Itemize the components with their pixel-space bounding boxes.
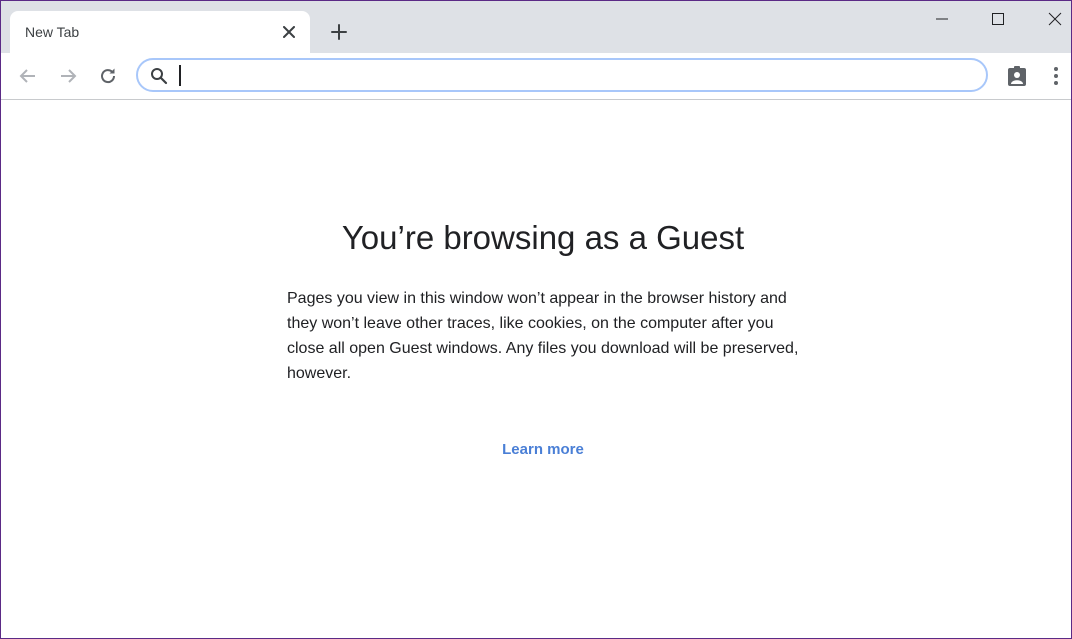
guest-profile-icon <box>1008 66 1026 86</box>
search-icon <box>151 68 168 85</box>
address-input[interactable] <box>178 64 968 86</box>
toolbar <box>1 53 1071 100</box>
close-icon <box>1048 12 1062 26</box>
plus-icon <box>331 24 347 40</box>
guest-profile-button[interactable] <box>1001 60 1033 92</box>
learn-more-link[interactable]: Learn more <box>1 441 1071 458</box>
back-button[interactable] <box>12 60 44 92</box>
back-icon <box>19 69 35 83</box>
tab-strip: New Tab <box>1 1 1071 53</box>
window-close-button[interactable] <box>1027 1 1071 37</box>
reload-button[interactable] <box>92 60 124 92</box>
guest-page: You’re browsing as a Guest Pages you vie… <box>1 100 1071 638</box>
browser-window: New Tab You’re browsing as a Guest Pages… <box>0 0 1072 639</box>
maximize-button[interactable] <box>970 1 1026 37</box>
reload-icon <box>101 68 116 84</box>
menu-button[interactable] <box>1040 60 1071 92</box>
tab-close-icon[interactable] <box>280 23 298 41</box>
guest-description: Pages you view in this window won’t appe… <box>287 290 799 382</box>
address-bar[interactable] <box>136 58 988 92</box>
page-title: You’re browsing as a Guest <box>341 219 745 256</box>
minimize-icon <box>936 18 948 20</box>
forward-button[interactable] <box>52 60 84 92</box>
new-tab-button[interactable] <box>325 18 353 46</box>
menu-icon <box>1054 67 1058 85</box>
text-caret <box>179 65 181 86</box>
minimize-button[interactable] <box>914 1 970 37</box>
tab-title: New Tab <box>25 24 80 40</box>
forward-icon <box>61 69 77 83</box>
tab-new-tab[interactable]: New Tab <box>10 11 310 53</box>
maximize-icon <box>992 13 1004 25</box>
